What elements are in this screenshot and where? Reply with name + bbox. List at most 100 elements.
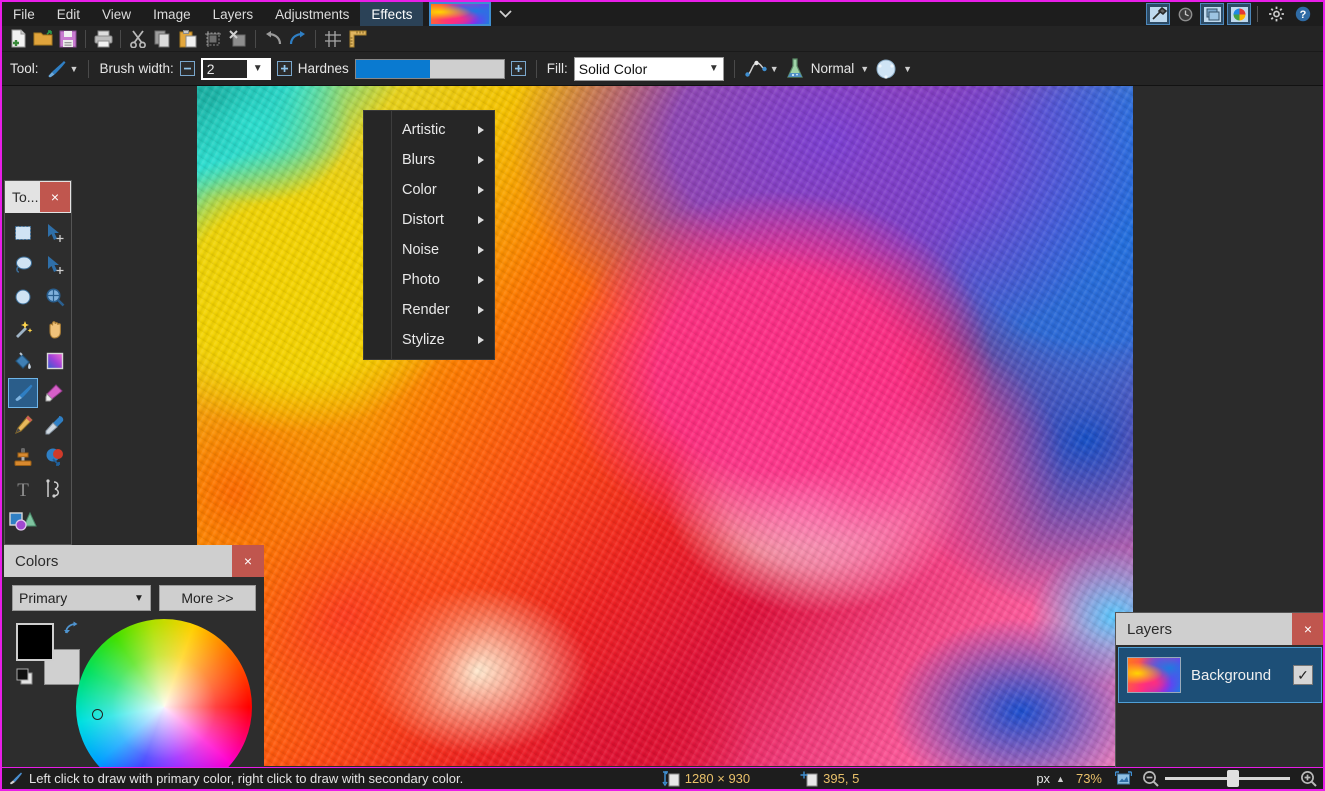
- menu-effects[interactable]: Effects: [360, 2, 424, 26]
- chevron-down-icon[interactable]: ▼: [246, 59, 269, 78]
- redo-icon[interactable]: [286, 28, 310, 50]
- menu-edit[interactable]: Edit: [46, 2, 91, 26]
- zoom-out-icon[interactable]: [1142, 770, 1159, 787]
- zoom-tool[interactable]: [40, 282, 70, 312]
- menu-adjustments[interactable]: Adjustments: [264, 2, 360, 26]
- settings-gear-icon[interactable]: [1264, 3, 1288, 25]
- new-image-icon[interactable]: [6, 28, 30, 50]
- submenu-arrow-icon: [478, 246, 484, 254]
- menu-item-blurs[interactable]: Blurs: [364, 145, 494, 175]
- status-bar: Left click to draw with primary color, r…: [2, 767, 1323, 789]
- move-selected-tool[interactable]: [40, 218, 70, 248]
- save-icon[interactable]: [56, 28, 80, 50]
- menu-image[interactable]: Image: [142, 2, 202, 26]
- more-colors-button[interactable]: More >>: [158, 585, 256, 611]
- menu-item-color[interactable]: Color: [364, 175, 494, 205]
- recolor-tool[interactable]: [40, 442, 70, 472]
- tool-selector[interactable]: ▼: [45, 59, 79, 79]
- hardness-increase-button[interactable]: [510, 61, 526, 76]
- image-canvas[interactable]: [197, 86, 1133, 766]
- gradient-tool[interactable]: [40, 346, 70, 376]
- crop-to-selection-icon[interactable]: [201, 28, 225, 50]
- layers-window-icon[interactable]: [1200, 3, 1224, 25]
- tool-grid: T: [5, 213, 71, 544]
- pan-tool[interactable]: [40, 314, 70, 344]
- move-selection-tool[interactable]: [40, 250, 70, 280]
- color-mode-select[interactable]: Primary ▼: [12, 585, 151, 611]
- chevron-down-icon[interactable]: ▼: [860, 64, 869, 74]
- colors-window-icon[interactable]: [1227, 3, 1251, 25]
- grid-icon[interactable]: [321, 28, 345, 50]
- chevron-down-icon[interactable]: ▼: [903, 64, 912, 74]
- text-tool[interactable]: T: [8, 474, 38, 504]
- layer-row[interactable]: Background ✓: [1118, 647, 1322, 703]
- help-icon[interactable]: ?: [1291, 3, 1315, 25]
- eraser-tool[interactable]: [40, 378, 70, 408]
- shapes-tool[interactable]: [8, 506, 38, 536]
- zoom-slider-thumb[interactable]: [1227, 770, 1239, 787]
- primary-color-swatch[interactable]: [16, 623, 54, 661]
- magic-wand-tool[interactable]: [8, 314, 38, 344]
- blending-blob-icon[interactable]: [875, 58, 897, 79]
- paint-bucket-tool[interactable]: [8, 346, 38, 376]
- chevron-down-icon[interactable]: ▼: [70, 64, 79, 74]
- chevron-down-icon[interactable]: ▼: [134, 593, 144, 604]
- colors-panel-close-button[interactable]: ×: [232, 545, 264, 577]
- image-tab-thumbnail[interactable]: [429, 2, 492, 26]
- toolbar-divider: [88, 59, 90, 78]
- menu-item-stylize[interactable]: Stylize: [364, 325, 494, 355]
- undo-icon[interactable]: [261, 28, 285, 50]
- brush-width-input[interactable]: 2 ▼: [200, 57, 271, 80]
- copy-icon[interactable]: [151, 28, 175, 50]
- line-curve-tool[interactable]: [40, 474, 70, 504]
- fill-select[interactable]: Solid Color ▼: [573, 56, 724, 81]
- history-window-icon[interactable]: [1173, 3, 1197, 25]
- colors-panel-header[interactable]: Colors ×: [4, 545, 264, 577]
- menu-item-noise[interactable]: Noise: [364, 235, 494, 265]
- cut-icon[interactable]: [126, 28, 150, 50]
- paste-icon[interactable]: [176, 28, 200, 50]
- toolbar-divider: [85, 29, 86, 48]
- reset-colors-icon[interactable]: [16, 667, 38, 687]
- menu-layers[interactable]: Layers: [202, 2, 265, 26]
- open-image-icon[interactable]: [31, 28, 55, 50]
- brush-width-decrease-button[interactable]: [179, 61, 195, 76]
- chevron-down-icon[interactable]: ▼: [701, 63, 719, 74]
- hardness-slider[interactable]: [354, 58, 505, 79]
- deselect-icon[interactable]: [226, 28, 250, 50]
- zoom-in-icon[interactable]: [1300, 770, 1317, 787]
- color-wheel[interactable]: [76, 619, 252, 767]
- lasso-select-tool[interactable]: [8, 250, 38, 280]
- brush-width-increase-button[interactable]: [276, 61, 292, 76]
- tools-window-icon[interactable]: [1146, 3, 1170, 25]
- menu-view[interactable]: View: [91, 2, 142, 26]
- chevron-down-icon[interactable]: [493, 2, 517, 26]
- tools-panel-header[interactable]: To... ×: [5, 181, 71, 213]
- layer-visibility-checkbox[interactable]: ✓: [1293, 665, 1313, 685]
- swap-colors-icon[interactable]: [62, 621, 80, 637]
- paintbrush-tool[interactable]: [8, 378, 38, 408]
- color-wheel-cursor[interactable]: [92, 709, 103, 720]
- menu-file[interactable]: File: [2, 2, 46, 26]
- pencil-tool[interactable]: [8, 410, 38, 440]
- menu-item-render[interactable]: Render: [364, 295, 494, 325]
- print-icon[interactable]: [91, 28, 115, 50]
- menu-item-distort[interactable]: Distort: [364, 205, 494, 235]
- rectangle-select-tool[interactable]: [8, 218, 38, 248]
- color-swatches: [16, 621, 86, 685]
- units-chevron-icon[interactable]: ▲: [1056, 774, 1065, 784]
- layers-panel-header[interactable]: Layers ×: [1116, 613, 1323, 645]
- menu-item-photo[interactable]: Photo: [364, 265, 494, 295]
- rulers-icon[interactable]: [346, 28, 370, 50]
- fit-to-window-icon[interactable]: [1115, 770, 1132, 787]
- chevron-down-icon[interactable]: ▼: [770, 64, 779, 74]
- tools-panel-close-button[interactable]: ×: [40, 182, 70, 212]
- layers-panel-close-button[interactable]: ×: [1292, 613, 1323, 645]
- clone-stamp-tool[interactable]: [8, 442, 38, 472]
- zoom-slider[interactable]: [1165, 770, 1290, 787]
- color-picker-tool[interactable]: [40, 410, 70, 440]
- menu-item-artistic[interactable]: Artistic: [364, 115, 494, 145]
- curve-type-selector[interactable]: ▼: [745, 60, 779, 78]
- ellipse-select-tool[interactable]: [8, 282, 38, 312]
- antialiasing-flask-icon[interactable]: [785, 57, 805, 80]
